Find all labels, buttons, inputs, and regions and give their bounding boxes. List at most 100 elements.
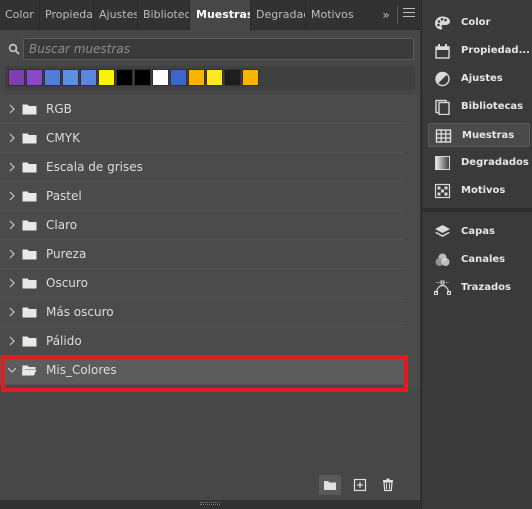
recent-swatch[interactable]: [8, 69, 25, 86]
layers-icon: [435, 225, 450, 237]
swatch-group-row[interactable]: Pastel: [0, 182, 404, 211]
dock-item-color[interactable]: Color: [428, 11, 530, 35]
folder-icon: [22, 162, 37, 173]
dock-item-label: Canales: [461, 254, 506, 265]
swatch-group-row[interactable]: Pureza: [0, 240, 404, 269]
dock-item-propiedad[interactable]: Propiedad...: [428, 39, 530, 63]
recent-swatches-bar: [5, 66, 415, 90]
folder-icon: [22, 307, 37, 318]
dock-group-separator: [422, 208, 532, 212]
channels-icon: [435, 253, 450, 266]
libraries-icon: [435, 99, 450, 115]
swatch-group-label: Pálido: [46, 334, 82, 348]
chevron-right-icon[interactable]: [8, 307, 16, 317]
folder-icon: [22, 191, 37, 202]
dock-item-label: Trazados: [461, 282, 511, 293]
paths-icon: [434, 280, 451, 295]
search-input[interactable]: [23, 38, 414, 60]
swatch-group-label: Escala de grises: [46, 160, 143, 174]
dock-item-muestras[interactable]: Muestras: [428, 123, 530, 147]
chevron-right-icon[interactable]: [8, 162, 16, 172]
dock-item-trazados[interactable]: Trazados: [428, 276, 530, 300]
dock-item-canales[interactable]: Canales: [428, 248, 530, 272]
tab-muestras[interactable]: Muestras: [190, 0, 251, 31]
dock-item-degradados[interactable]: Degradados: [428, 151, 530, 175]
swatch-group-row[interactable]: Oscuro: [0, 269, 404, 298]
tab-ajustes[interactable]: Ajustes: [94, 0, 138, 30]
dock-item-capas[interactable]: Capas: [428, 220, 530, 244]
new-group-folder-icon: [324, 481, 336, 490]
swatch-group-label: Claro: [46, 218, 78, 232]
tab-color[interactable]: Color: [0, 0, 40, 30]
dock-item-label: Ajustes: [461, 73, 503, 84]
folder-icon: [22, 249, 37, 260]
tab-separator: [397, 6, 398, 24]
list-scrollbar-track[interactable]: [404, 95, 420, 389]
recent-swatch[interactable]: [152, 69, 169, 86]
new-group-button[interactable]: [319, 475, 341, 495]
swatch-group-label: Pureza: [46, 247, 87, 261]
palette-icon: [435, 16, 450, 30]
swatch-group-row[interactable]: CMYK: [0, 124, 404, 153]
dock-item-bibliotecas[interactable]: Bibliotecas: [428, 95, 530, 119]
bottom-toolbar: [0, 470, 420, 500]
chevron-right-icon[interactable]: [8, 220, 16, 230]
dock-item-label: Capas: [461, 226, 495, 237]
recent-swatch[interactable]: [116, 69, 133, 86]
recent-swatch[interactable]: [62, 69, 79, 86]
folder-icon: [22, 133, 37, 144]
tab-propiedades[interactable]: Propiedades: [40, 0, 94, 30]
properties-icon: [435, 44, 450, 59]
new-swatch-plus-icon: [353, 478, 367, 492]
recent-swatch[interactable]: [188, 69, 205, 86]
swatch-group-row[interactable]: RGB: [0, 95, 404, 124]
recent-swatch[interactable]: [224, 69, 241, 86]
recent-swatch[interactable]: [170, 69, 187, 86]
chevron-right-icon[interactable]: [8, 278, 16, 288]
dock-item-label: Degradados: [461, 157, 529, 168]
dock-item-motivos[interactable]: Motivos: [428, 179, 530, 203]
tab-motivos[interactable]: Motivos: [306, 0, 356, 30]
delete-swatch-button[interactable]: [377, 475, 399, 495]
recent-swatch[interactable]: [98, 69, 115, 86]
selection-highlight-box: [1, 355, 408, 392]
folder-icon: [22, 220, 37, 231]
double-chevron-right-icon[interactable]: »: [378, 7, 394, 23]
tab-bibliotecas[interactable]: Bibliotecas: [138, 0, 190, 30]
folder-icon: [22, 278, 37, 289]
recent-swatch[interactable]: [134, 69, 151, 86]
swatch-group-row[interactable]: Escala de grises: [0, 153, 404, 182]
chevron-right-icon[interactable]: [8, 191, 16, 201]
swatch-group-label: RGB: [46, 102, 72, 116]
swatch-group-label: Oscuro: [46, 276, 88, 290]
recent-swatch[interactable]: [44, 69, 61, 86]
resize-grip[interactable]: [200, 502, 220, 505]
swatch-group-row[interactable]: Pálido: [0, 327, 404, 356]
recent-swatches-row: [8, 69, 260, 86]
adjustments-icon: [435, 71, 450, 87]
chevron-right-icon[interactable]: [8, 133, 16, 143]
chevron-right-icon[interactable]: [8, 249, 16, 259]
swatch-group-list: RGB CMYK Escala de grises Pastel Claro Pureza…: [0, 95, 404, 389]
folder-icon: [22, 104, 37, 115]
recent-swatch[interactable]: [206, 69, 223, 86]
swatch-group-label: Más oscuro: [46, 305, 114, 319]
hamburger-menu-icon[interactable]: [403, 8, 415, 20]
swatch-group-row[interactable]: Claro: [0, 211, 404, 240]
swatches-grid-icon: [435, 129, 452, 143]
tab-degradados[interactable]: Degradados: [251, 0, 306, 30]
recent-swatch[interactable]: [242, 69, 259, 86]
new-swatch-button[interactable]: [349, 475, 371, 495]
gradient-icon: [435, 156, 450, 170]
swatch-group-label: CMYK: [46, 131, 80, 145]
dock-item-ajustes[interactable]: Ajustes: [428, 67, 530, 91]
swatch-group-row[interactable]: Más oscuro: [0, 298, 404, 327]
swatch-group-label: Pastel: [46, 189, 82, 203]
recent-swatch[interactable]: [80, 69, 97, 86]
folder-icon: [22, 336, 37, 347]
dock-item-label: Bibliotecas: [461, 101, 524, 112]
swatches-panel: Color Propiedades Ajustes Bibliotecas Mu…: [0, 0, 420, 509]
recent-swatch[interactable]: [26, 69, 43, 86]
chevron-right-icon[interactable]: [8, 104, 16, 114]
chevron-right-icon[interactable]: [8, 336, 16, 346]
